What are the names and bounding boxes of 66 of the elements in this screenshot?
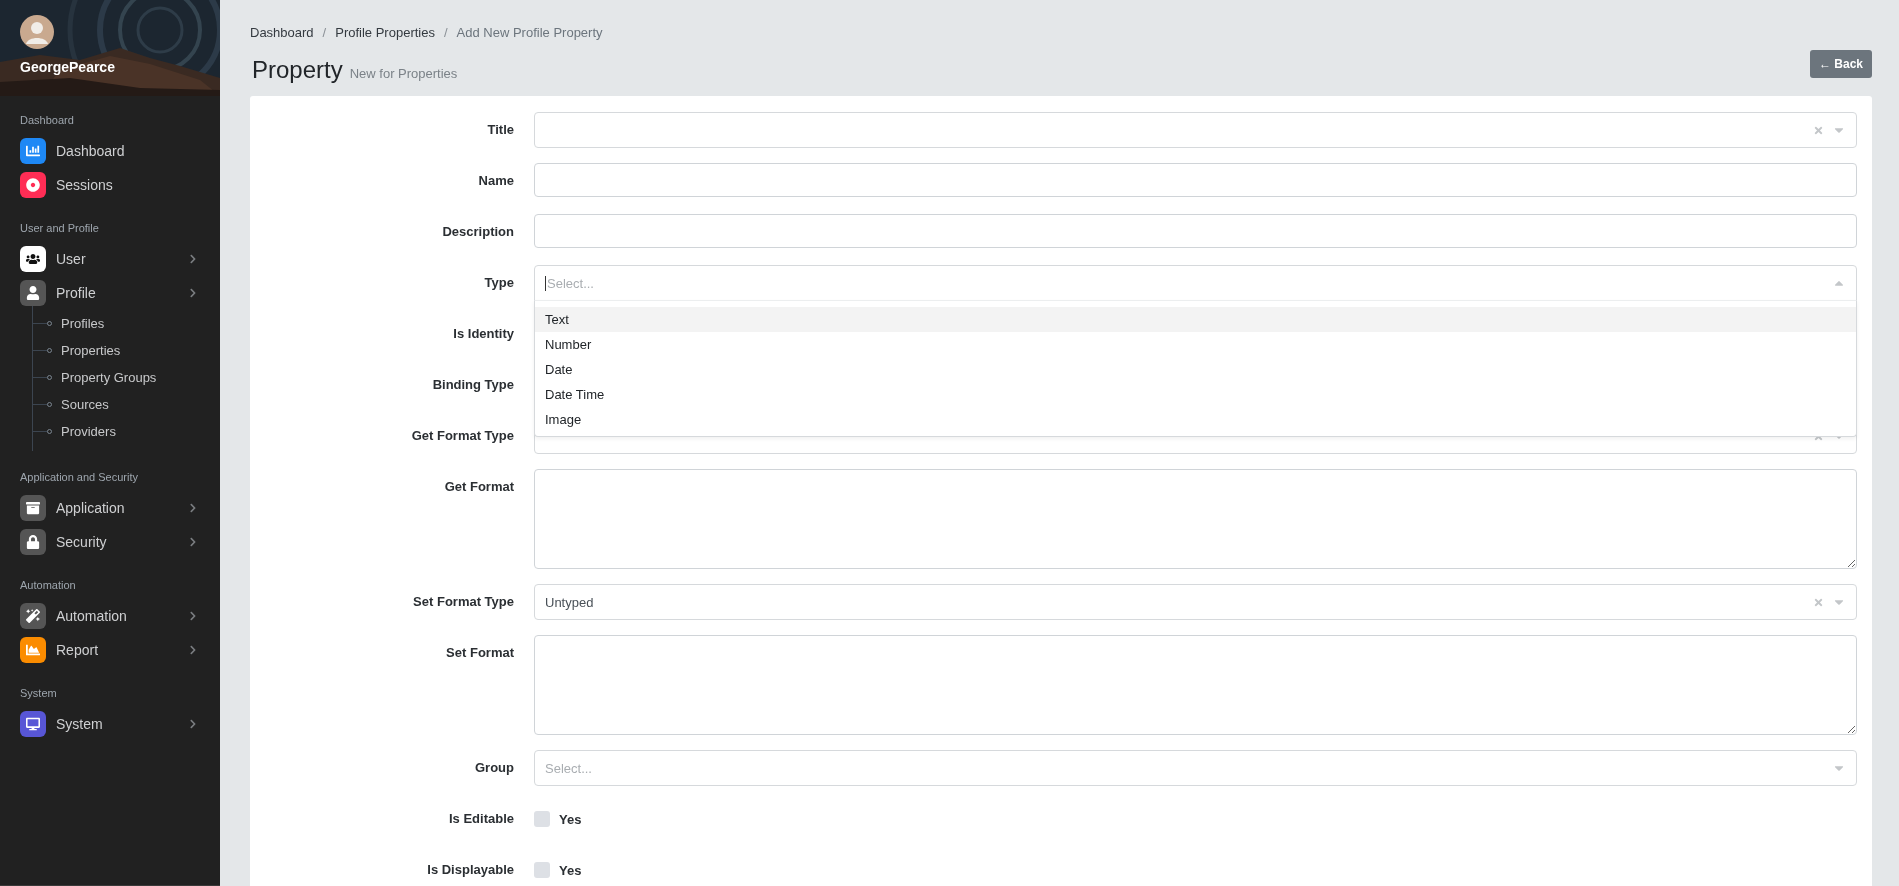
checkbox-label: Yes xyxy=(559,862,582,878)
nav-item[interactable]: Profile xyxy=(20,276,220,310)
nav-item[interactable]: User xyxy=(20,242,220,276)
breadcrumb-link[interactable]: Profile Properties xyxy=(335,25,435,40)
page-title: Property xyxy=(252,56,343,84)
nav-item[interactable]: Dashboard xyxy=(20,134,220,168)
field-label: Title xyxy=(486,121,514,139)
breadcrumb-current: Add New Profile Property xyxy=(456,25,603,40)
field-label: Set Format Type xyxy=(412,593,514,611)
clear-icon[interactable] xyxy=(1813,124,1824,136)
dropdown-option[interactable]: Date xyxy=(535,357,1856,382)
clear-icon[interactable] xyxy=(1813,596,1824,608)
chevron-right-icon xyxy=(188,719,198,729)
field-label: Is Editable xyxy=(447,810,514,828)
chevron-right-icon xyxy=(188,645,198,655)
nav-item[interactable]: Application xyxy=(20,491,220,525)
text-field[interactable] xyxy=(534,163,1857,197)
section-label: Application and Security xyxy=(20,471,139,485)
nav-item[interactable]: Security xyxy=(20,525,220,559)
text-area[interactable] xyxy=(534,635,1857,735)
field-label: Set Format xyxy=(445,644,514,662)
chevron-right-icon xyxy=(188,503,198,513)
field-label: Type xyxy=(483,274,514,292)
field-label: Name xyxy=(477,172,514,190)
checkbox[interactable] xyxy=(534,811,550,827)
field-label: Get Format xyxy=(443,478,514,496)
nav-item[interactable]: Sessions xyxy=(20,168,220,202)
page-subtitle: New for Properties xyxy=(349,66,458,81)
field-label: Binding Type xyxy=(431,376,514,394)
field-label: Get Format Type xyxy=(410,427,514,445)
text-area[interactable] xyxy=(534,469,1857,569)
chevron-right-icon xyxy=(188,288,198,298)
checkbox[interactable] xyxy=(534,862,550,878)
dropdown-option[interactable]: Text xyxy=(535,307,1856,332)
chevron-right-icon xyxy=(188,254,198,264)
field-label: Is Identity xyxy=(452,325,514,343)
nav-subitem[interactable]: Profiles xyxy=(61,316,105,331)
field-label: Description xyxy=(441,223,514,241)
breadcrumb-separator: / xyxy=(322,25,327,40)
breadcrumb-separator: / xyxy=(443,25,448,40)
checkbox-label: Yes xyxy=(559,811,582,827)
select-field[interactable]: Untyped xyxy=(534,584,1857,620)
section-label: System xyxy=(20,687,58,701)
field-label: Group xyxy=(474,759,514,777)
section-label: Dashboard xyxy=(20,114,75,128)
nav-subitem[interactable]: Properties xyxy=(61,343,121,358)
nav-subitem[interactable]: Property Groups xyxy=(61,370,157,385)
dropdown-option[interactable]: Date Time xyxy=(535,382,1856,407)
nav-subitem[interactable]: Sources xyxy=(61,397,109,412)
dropdown-option[interactable]: Number xyxy=(535,332,1856,357)
nav-item[interactable]: Automation xyxy=(20,599,220,633)
text-field[interactable] xyxy=(534,214,1857,248)
chevron-right-icon xyxy=(188,611,198,621)
user-name: GeorgePearce xyxy=(20,59,116,75)
breadcrumb-link[interactable]: Dashboard xyxy=(250,25,314,40)
section-label: Automation xyxy=(20,579,77,593)
field-label: Is Displayable xyxy=(426,861,514,879)
select-field[interactable] xyxy=(534,112,1857,148)
nav-subitem[interactable]: Providers xyxy=(61,424,116,439)
chevron-right-icon xyxy=(188,537,198,547)
nav-item[interactable]: System xyxy=(20,707,220,741)
back-button[interactable]: ← Back xyxy=(1809,50,1872,78)
section-label: User and Profile xyxy=(20,222,100,236)
dropdown-option[interactable]: Image xyxy=(535,407,1856,432)
nav-item[interactable]: Report xyxy=(20,633,220,667)
avatar[interactable] xyxy=(20,15,54,49)
